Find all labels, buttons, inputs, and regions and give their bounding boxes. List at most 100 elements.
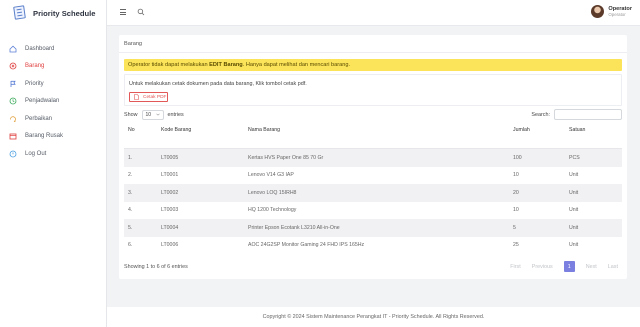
logout-icon — [9, 150, 17, 158]
schedule-logo-icon — [12, 5, 27, 20]
table-info: Showing 1 to 6 of 6 entries — [124, 264, 188, 270]
content-card: Barang Operator tidak dapat melakukan ED… — [119, 35, 627, 279]
column-header-nama-barang[interactable]: Nama Barang — [244, 123, 509, 136]
entries-select[interactable]: 10 — [141, 110, 164, 120]
cell-jumlah: 25 — [513, 242, 519, 249]
sidebar-menu: Dashboard Barang Priority Penjadwalan Pe… — [0, 40, 106, 163]
sidebar-item-priority[interactable]: Priority — [0, 75, 106, 93]
cell-jumlah: 20 — [513, 189, 519, 196]
sidebar-item-label: Log Out — [25, 150, 47, 157]
cell-kode: LT0003 — [161, 207, 179, 214]
cell-nama: AOC 24G2SP Monitor Gaming 24 FHD IPS 165… — [248, 242, 365, 249]
file-pdf-icon — [134, 94, 139, 100]
sidebar-item-label: Priority — [25, 80, 44, 87]
cetak-pdf-label: Cetak PDF — [143, 94, 167, 100]
cell-satuan: Unit — [569, 207, 579, 214]
cell-kode: LT0002 — [161, 189, 179, 196]
cell-kode: LT0004 — [161, 224, 179, 231]
sidebar-item-dashboard[interactable]: Dashboard — [0, 40, 106, 58]
cell-nama: Lenovo LOQ 15IRH8 — [248, 189, 297, 196]
column-header-satuan[interactable]: Satuan — [565, 123, 622, 136]
alert-bold: EDIT Barang — [209, 62, 243, 68]
table-row: 4. LT0003 HQ 1200 Technology 10 Unit — [124, 202, 622, 220]
cell-kode: LT0001 — [161, 172, 179, 179]
table-row: 1. LT0005 Kertas HVS Paper One 85 70 Gr … — [124, 149, 622, 167]
table-row: 2. LT0001 Lenovo V14 G3 IAP 10 Unit — [124, 167, 622, 185]
menu-toggle-icon[interactable] — [120, 9, 126, 15]
sidebar-item-penjadwalan[interactable]: Penjadwalan — [0, 93, 106, 111]
table-search: Search: — [531, 109, 622, 120]
cell-satuan: Unit — [569, 224, 579, 231]
user-role: Operator — [608, 12, 626, 17]
cell-nama: HQ 1200 Technology — [248, 207, 297, 214]
entries-select-value: 10 — [145, 112, 152, 118]
cell-satuan: Unit — [569, 242, 579, 249]
sidebar-item-logout[interactable]: Log Out — [0, 145, 106, 163]
cell-kode: LT0006 — [161, 242, 179, 249]
cell-satuan: Unit — [569, 172, 579, 179]
sidebar-item-barang[interactable]: Barang — [0, 58, 106, 76]
cell-nama: Printer Epson Ecotank L3210 All-in-One — [248, 224, 340, 231]
cell-kode: LT0005 — [161, 154, 179, 161]
column-header-jumlah[interactable]: Jumlah — [509, 123, 565, 136]
chevron-down-icon — [155, 112, 160, 118]
cell-no: 5. — [128, 224, 133, 231]
avatar — [591, 5, 605, 18]
alert-prefix: Operator tidak dapat melakukan — [128, 62, 210, 68]
cell-no: 3. — [128, 189, 133, 196]
sidebar-item-label: Dashboard — [25, 45, 55, 52]
clock-icon — [9, 97, 17, 105]
column-header-no[interactable]: No — [124, 123, 157, 136]
pagination: First Previous 1 Next Last — [499, 261, 618, 272]
print-info-box: Untuk melakukan cetak dokumen pada data … — [124, 74, 622, 106]
cell-no: 2. — [128, 172, 133, 179]
app-title: Priority Schedule — [33, 8, 96, 18]
table-row: 6. LT0006 AOC 24G2SP Monitor Gaming 24 F… — [124, 237, 622, 255]
topbar: Operator Operator — [107, 0, 640, 26]
brand[interactable]: Priority Schedule — [0, 0, 106, 26]
table-row: 3. LT0002 Lenovo LOQ 15IRH8 20 Unit — [124, 184, 622, 202]
cell-satuan: Unit — [569, 189, 579, 196]
warning-alert: Operator tidak dapat melakukan EDIT Bara… — [124, 59, 622, 71]
pagination-last[interactable]: Last — [608, 264, 618, 270]
pagination-next[interactable]: Next — [586, 264, 597, 270]
cell-jumlah: 10 — [513, 172, 519, 179]
sidebar-item-perbaikan[interactable]: Perbaikan — [0, 110, 106, 128]
column-header-kode-barang[interactable]: Kode Barang — [157, 123, 244, 136]
table-row: 5. LT0004 Printer Epson Ecotank L3210 Al… — [124, 219, 622, 237]
sidebar-item-barang-rusak[interactable]: Barang Rusak — [0, 128, 106, 146]
search-input[interactable] — [554, 109, 622, 120]
entries-label: entries — [167, 112, 184, 118]
cell-no: 6. — [128, 242, 133, 249]
pagination-page-current[interactable]: 1 — [563, 261, 575, 272]
alert-suffix: . Hanya dapat melihat dan mencari barang… — [242, 62, 351, 68]
show-label: Show — [124, 112, 138, 118]
sidebar-item-label: Perbaikan — [25, 115, 53, 122]
pagination-first[interactable]: First — [510, 264, 520, 270]
sidebar-item-label: Barang Rusak — [25, 133, 64, 140]
home-icon — [9, 45, 17, 53]
cell-nama: Lenovo V14 G3 IAP — [248, 172, 294, 179]
search-label: Search: — [531, 111, 550, 118]
cell-no: 1. — [128, 154, 133, 161]
copyright-text: Copyright © 2024 Sistem Maintenance Pera… — [262, 314, 485, 320]
cetak-pdf-button[interactable]: Cetak PDF — [129, 92, 168, 102]
sidebar-item-label: Barang — [25, 63, 45, 70]
wrench-icon — [9, 115, 17, 123]
sidebar-item-label: Penjadwalan — [25, 98, 60, 105]
cell-nama: Kertas HVS Paper One 85 70 Gr — [248, 154, 324, 161]
pagination-previous[interactable]: Previous — [532, 264, 553, 270]
flag-icon — [9, 80, 17, 88]
search-icon[interactable] — [137, 8, 145, 18]
cell-satuan: PCS — [569, 154, 580, 161]
user-menu[interactable]: Operator Operator — [591, 5, 632, 18]
cell-jumlah: 10 — [513, 207, 519, 214]
print-info-text: Untuk melakukan cetak dokumen pada data … — [129, 81, 307, 87]
cell-jumlah: 5 — [513, 224, 516, 231]
divider — [119, 52, 627, 53]
page-title: Barang — [124, 41, 143, 47]
circle-x-icon — [9, 62, 17, 70]
entries-length-control: Show 10 entries — [124, 110, 184, 120]
cell-no: 4. — [128, 207, 133, 214]
cell-jumlah: 100 — [513, 154, 522, 161]
